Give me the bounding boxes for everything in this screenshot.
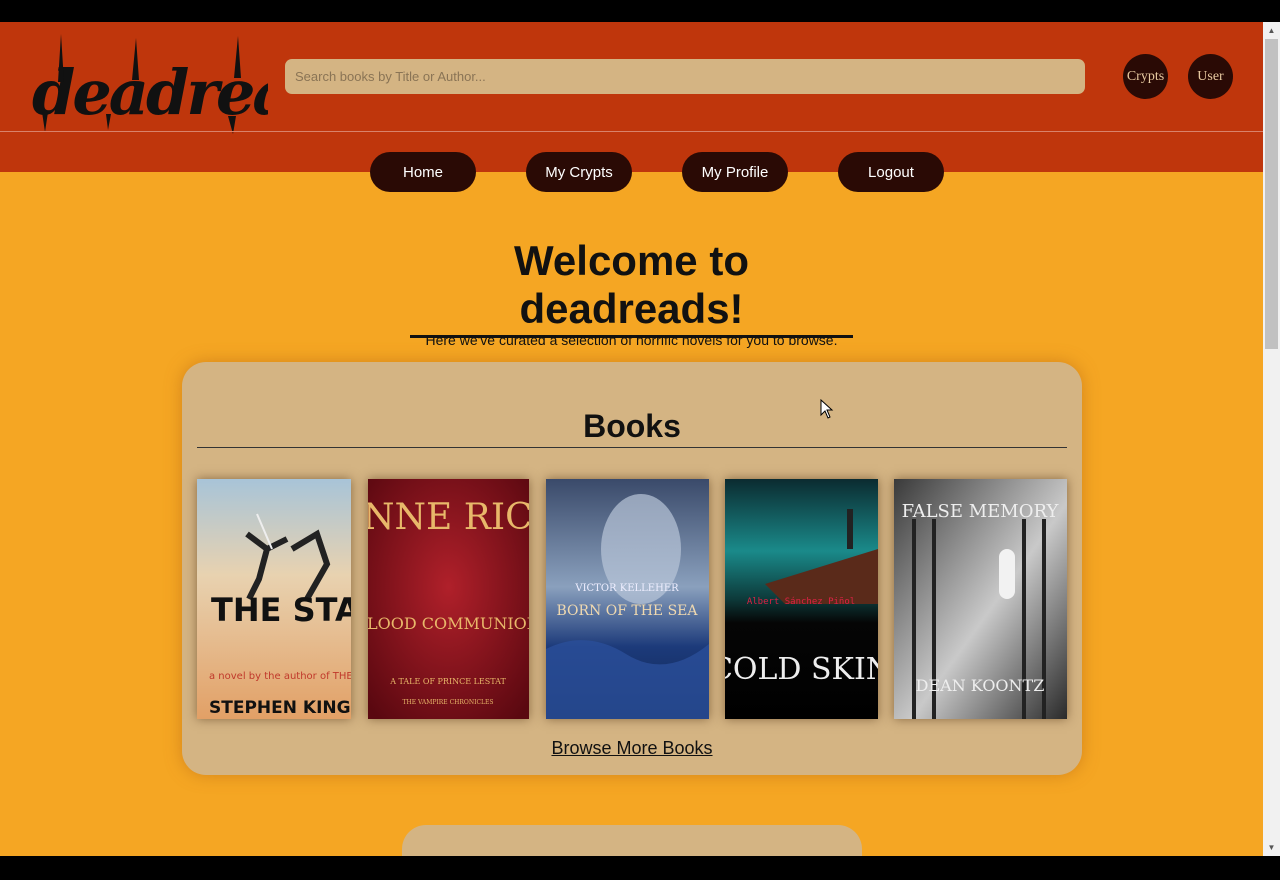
book-title-line: FALSE MEMORY <box>902 501 1060 522</box>
browse-more-books-link[interactable]: Browse More Books <box>182 738 1082 759</box>
welcome-title: Welcome to deadreads! <box>410 237 853 338</box>
crypts-button[interactable]: Crypts <box>1123 54 1168 99</box>
browser-bottom-bar <box>0 856 1280 880</box>
book-cover-false-memory[interactable]: FALSE MEMORY DEAN KOONTZ <box>894 479 1067 719</box>
book-author: STEPHEN KING <box>209 698 351 718</box>
nav-home-button[interactable]: Home <box>370 152 476 192</box>
search-input[interactable] <box>285 59 1085 94</box>
mouse-cursor-icon <box>820 399 834 419</box>
scroll-down-arrow-icon[interactable]: ▼ <box>1263 839 1280 856</box>
book-cover-born-of-the-sea[interactable]: VICTOR KELLEHER BORN OF THE SEA <box>546 479 709 719</box>
book-author: ANNE RICE <box>368 497 529 538</box>
deadreads-logo[interactable]: deadreads <box>28 32 268 136</box>
book-title-line: THE STAND <box>211 591 351 629</box>
page-viewport: deadreads Crypts User Home My Crypts My … <box>0 22 1263 856</box>
intro-text: Here we've curated a selection of horrif… <box>425 332 838 348</box>
book-tagline: a novel by the author of THE SHINING <box>209 671 351 682</box>
site-header: deadreads Crypts User <box>0 22 1263 172</box>
book-title-line: COLD SKIN <box>725 652 878 687</box>
books-heading: Books <box>197 407 1067 448</box>
user-button[interactable]: User <box>1188 54 1233 99</box>
book-author: Albert Sánchez Piñol <box>747 597 855 607</box>
nav-my-crypts-button[interactable]: My Crypts <box>526 152 632 192</box>
scrollbar-thumb[interactable] <box>1265 39 1278 349</box>
book-cover-cold-skin[interactable]: Albert Sánchez Piñol COLD SKIN <box>725 479 878 719</box>
book-author: VICTOR KELLEHER <box>574 583 679 594</box>
book-title-line: BLOOD COMMUNION <box>368 614 529 633</box>
books-panel: Books THE STAND a novel by the author of… <box>182 362 1082 775</box>
vertical-scrollbar[interactable]: ▲ ▼ <box>1263 22 1280 856</box>
book-title-line: BORN OF THE SEA <box>556 603 698 619</box>
nav-logout-button[interactable]: Logout <box>838 152 944 192</box>
book-series: THE VAMPIRE CHRONICLES <box>402 699 493 706</box>
browser-top-bar <box>0 0 1280 22</box>
book-tagline: A TALE OF PRINCE LESTAT <box>389 677 506 686</box>
book-cover-blood-communion[interactable]: ANNE RICE BLOOD COMMUNION A TALE OF PRIN… <box>368 479 529 719</box>
header-divider <box>0 131 1263 132</box>
book-author: DEAN KOONTZ <box>916 676 1045 695</box>
nav-my-profile-button[interactable]: My Profile <box>682 152 788 192</box>
scroll-up-arrow-icon[interactable]: ▲ <box>1263 22 1280 39</box>
second-panel <box>402 825 862 856</box>
book-cover-the-stand[interactable]: THE STAND a novel by the author of THE S… <box>197 479 351 719</box>
